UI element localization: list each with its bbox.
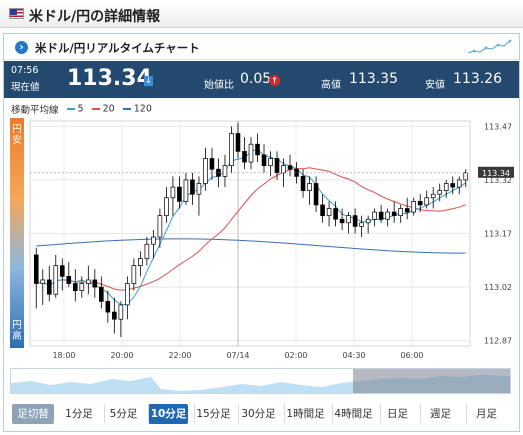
candle-body [320,204,325,216]
page-header: 米ドル/円の詳細情報 [0,0,523,28]
y-tick-label: 113.17 [484,230,512,239]
candle-body [307,183,312,191]
candle-body [365,218,371,224]
candle-body [430,193,436,199]
y-tick-label: 113.02 [484,283,512,292]
candle-body [222,165,228,177]
candle-body [300,176,306,191]
candle-body [66,276,72,284]
candle-body [359,222,364,227]
candle-body [183,179,189,202]
candle-body [170,186,176,199]
candle-body [385,211,390,220]
candle-body [177,186,182,202]
tab-timeframe[interactable]: 日足 [380,404,414,424]
candle-body [40,279,46,284]
candle-body [190,179,195,195]
x-tick-label: 22:00 [168,351,191,360]
tab-timeframe[interactable]: 月足 [466,404,506,424]
tab-timeframe[interactable]: 4時間足 [332,404,374,424]
tab-timeframe[interactable]: 10分足 [148,404,188,424]
candle-body [131,265,137,284]
tab-timeframe[interactable]: 15分足 [194,404,232,424]
candle-body [404,208,410,213]
candle-body [417,201,423,206]
candle-body [235,133,241,152]
candle-body [144,243,150,259]
tab-timeframe[interactable]: 1時間足 [284,404,326,424]
candle-body [352,215,358,227]
candle-body [203,158,208,184]
y-tick-label: 112.87 [484,337,512,346]
candle-body [151,236,156,245]
candle-body [255,143,260,156]
x-tick-label: 18:00 [52,351,75,360]
candle-body [268,158,273,166]
tab-timeframe[interactable]: 30分足 [238,404,278,424]
candle-body [391,211,397,216]
candle-body [53,265,59,295]
candle-body [86,279,91,284]
candle-body [287,165,293,170]
candle-body [118,304,124,320]
candle-body [196,183,202,195]
us-flag-icon [9,8,24,19]
candle-body [326,208,332,216]
candle-body [59,265,65,277]
range-navigator[interactable] [10,368,511,394]
candle-body [157,215,163,238]
candle-body [378,211,384,220]
candle-body [424,197,430,206]
candle-body [450,183,456,188]
candle-body [79,283,85,291]
candle-body [242,151,247,163]
page-title: 米ドル/円の詳細情報 [29,9,161,25]
navigator-selection[interactable] [353,369,510,393]
chart-widget: › 米ドル/円リアルタイムチャート 07:56 現在値 113.34 ↓ 始値比… [3,33,520,432]
candle-body [411,201,416,213]
candle-body [125,283,130,306]
candle-body [443,183,449,191]
timeframe-label: 足切替 [12,404,54,424]
candle-body [92,279,98,288]
candle-body [437,190,443,195]
candle-body [274,158,280,174]
candle-body [229,133,234,166]
candle-body [209,158,215,170]
candle-body [105,301,111,313]
x-tick-label: 07/14 [226,351,249,360]
candle-body [99,286,104,302]
candle-body [46,279,52,295]
x-tick-label: 06:00 [400,351,423,360]
tab-timeframe[interactable]: 1分足 [60,404,98,424]
timeframe-tabs: 足切替 1分足 5分足 10分足 15分足 30分足 1時間足 4時間足 日足 週足 月足 [12,404,512,424]
candle-body [281,165,286,174]
candle-body [398,208,403,216]
candle-body [372,211,377,220]
x-tick-label: 02:00 [284,351,307,360]
candle-body [72,283,78,291]
candle-body [346,215,351,224]
candle-body [333,208,338,220]
candle-body [313,183,319,206]
y-tick-label: 113.47 [484,122,512,131]
last-price-label: 113.34 [482,169,510,178]
candle-body [261,154,267,166]
candle-body [463,172,469,181]
candle-body [456,179,462,188]
x-tick-label: 20:00 [110,351,133,360]
candle-body [112,311,117,320]
candle-body [138,258,143,266]
candle-body [164,197,169,216]
tab-timeframe[interactable]: 5分足 [104,404,142,424]
candle-body [248,143,254,163]
candle-body [339,218,345,224]
candlestick-chart[interactable]: 113.47113.32113.17113.02112.8718:00 20:00… [4,34,519,364]
candle-body [33,254,39,284]
tab-timeframe[interactable]: 週足 [420,404,460,424]
x-tick-label: 04:30 [342,351,365,360]
